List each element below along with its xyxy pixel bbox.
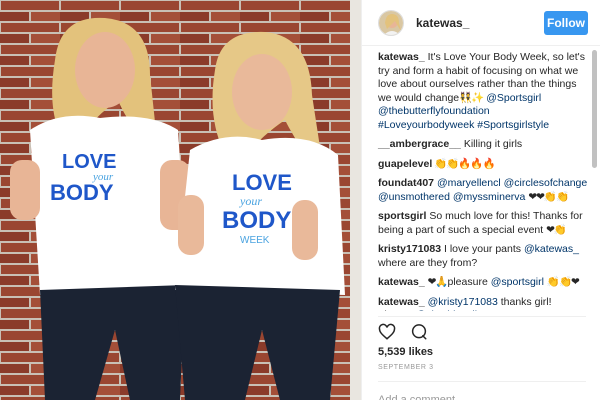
- like-button[interactable]: [378, 323, 396, 342]
- comment-author[interactable]: sportsgirl: [378, 210, 426, 222]
- mention-link[interactable]: @sportsgirl: [491, 276, 544, 288]
- shirt-text-right-love: LOVE: [232, 170, 292, 195]
- comment-emoji: ❤❤👏👏: [528, 190, 569, 203]
- follow-button[interactable]: Follow: [544, 10, 588, 35]
- shirt-text-left-body: BODY: [50, 180, 114, 205]
- comment-author[interactable]: katewas_: [378, 51, 425, 63]
- hashtag-link[interactable]: #Loveyourbodyweek: [378, 119, 474, 131]
- comment-author[interactable]: katewas_: [378, 276, 425, 288]
- post-photo[interactable]: LOVE your BODY LOVE your BODY WEEK: [0, 0, 361, 400]
- avatar[interactable]: [378, 9, 404, 36]
- comment-text: pleasure: [447, 276, 491, 288]
- heart-outline-icon: [378, 323, 396, 340]
- post-username[interactable]: katewas_: [416, 16, 544, 30]
- avatar-image: [379, 10, 403, 35]
- comment-item: katewas_ @kristy171083 thanks girl! They…: [378, 296, 588, 312]
- shirt-text-right-week: WEEK: [240, 235, 270, 246]
- mention-link[interactable]: @myssminerva: [453, 191, 526, 203]
- add-comment-bar: [378, 381, 586, 400]
- comment-item: __ambergrace__ Killing it girls: [378, 138, 588, 152]
- comment-text: where are they from?: [378, 256, 478, 269]
- comment-item: katewas_ ❤🙏pleasure @sportsgirl 👏👏❤: [378, 276, 588, 290]
- comment-emoji: ❤🙏: [427, 276, 449, 288]
- comment-text: I love your pants: [441, 243, 524, 255]
- mention-link[interactable]: @maryellencl: [437, 177, 501, 189]
- mention-link[interactable]: @katewas_: [524, 243, 579, 255]
- mention-link[interactable]: @thebutterflyfoundation: [378, 105, 490, 117]
- comment-author[interactable]: __ambergrace__: [378, 138, 461, 150]
- comment-button[interactable]: [410, 323, 428, 342]
- comment-item: guapelevel 👏👏🔥🔥🔥: [378, 158, 588, 172]
- mention-link[interactable]: @unsmothered: [378, 191, 450, 203]
- mention-link[interactable]: @Sportsgirl: [486, 92, 541, 104]
- likes-count[interactable]: 5,539 likes: [378, 346, 433, 358]
- mention-link[interactable]: @kristy171083: [428, 296, 498, 308]
- scrollbar-thumb[interactable]: [592, 50, 597, 168]
- shirt-text-left-love: LOVE: [62, 151, 116, 173]
- comment-emoji: 👯✨: [459, 91, 484, 104]
- comment-author[interactable]: guapelevel: [378, 158, 432, 170]
- post-actions: [378, 316, 586, 342]
- comment-author[interactable]: kristy171083: [378, 243, 441, 255]
- comment-text: Killing it girls: [460, 138, 523, 150]
- post-side-panel: katewas_ Follow katewas_ It's Love Your …: [361, 0, 600, 400]
- comments-list[interactable]: katewas_ It's Love Your Body Week, so le…: [362, 47, 588, 311]
- comment-author[interactable]: foundat407: [378, 177, 434, 189]
- comment-item: kristy171083 I love your pants @katewas_…: [378, 243, 588, 270]
- mention-link[interactable]: @circlesofchange: [504, 177, 588, 189]
- post-header: katewas_ Follow: [362, 0, 600, 46]
- comment-author[interactable]: katewas_: [378, 296, 425, 308]
- comment-emoji: 👏👏🔥🔥🔥: [432, 157, 495, 170]
- add-comment-input[interactable]: [378, 394, 586, 400]
- shirt-text-right-body: BODY: [222, 207, 291, 234]
- mention-link[interactable]: @citychiconline: [416, 309, 489, 311]
- comment-emoji: 👏👏❤: [546, 276, 580, 288]
- post-date[interactable]: SEPTEMBER 3: [378, 364, 434, 371]
- speech-bubble-icon: [411, 324, 427, 340]
- hashtag-link[interactable]: #Sportsgirlstyle: [477, 119, 549, 131]
- comment-item: sportsgirl So much love for this! Thanks…: [378, 210, 588, 237]
- comment-item: foundat407 @maryellencl @circlesofchange…: [378, 177, 588, 204]
- comment-text: x: [489, 309, 497, 311]
- shirt-text-right-your: your: [239, 194, 262, 208]
- comment-item: katewas_ It's Love Your Body Week, so le…: [378, 51, 588, 132]
- post-photo-illustration: LOVE your BODY LOVE your BODY WEEK: [0, 0, 361, 400]
- comment-emoji: ❤👏: [546, 223, 567, 236]
- comments-scrollbar[interactable]: [591, 50, 597, 310]
